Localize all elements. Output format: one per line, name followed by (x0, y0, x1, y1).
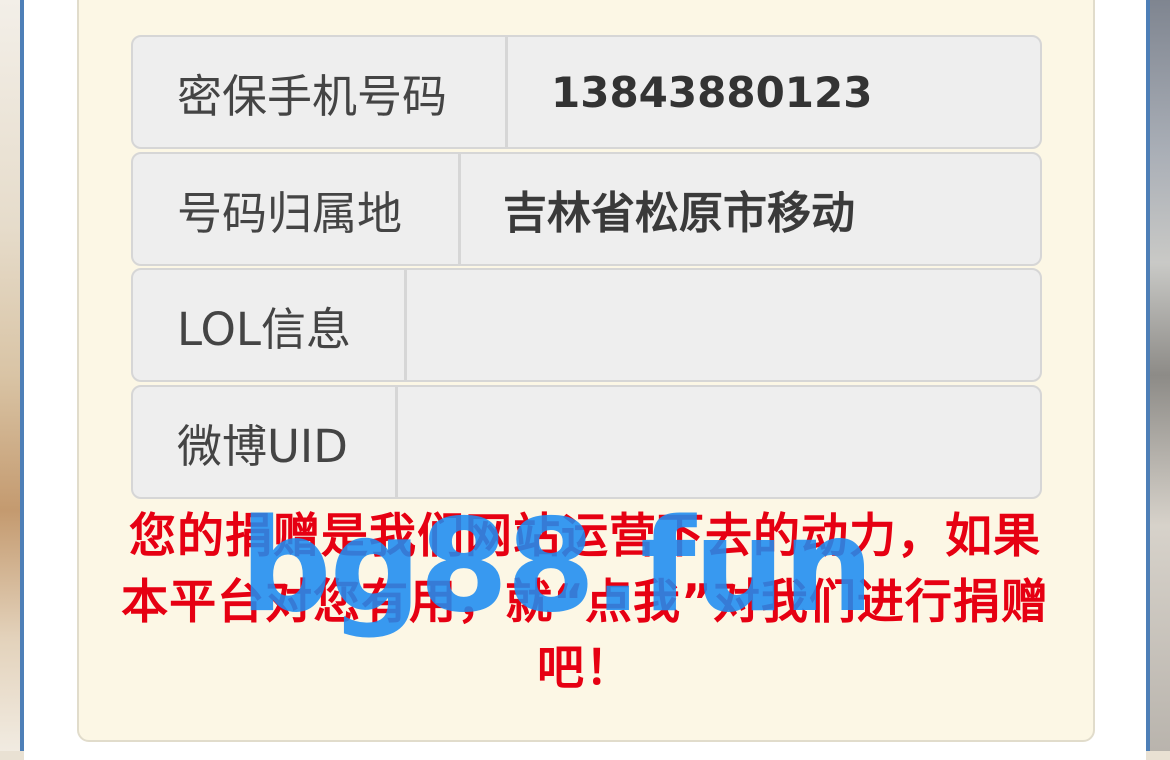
phone-label: 密保手机号码 (133, 37, 508, 147)
lol-label: LOL信息 (133, 270, 407, 380)
location-value: 吉林省松原市移动 (503, 188, 855, 239)
background-left (0, 0, 24, 751)
row-location: 号码归属地 吉林省松原市移动 (131, 152, 1042, 266)
background-right (1146, 0, 1170, 751)
row-weibo: 微博UID (131, 385, 1042, 499)
row-lol: LOL信息 (131, 268, 1042, 382)
weibo-label: 微博UID (133, 387, 398, 497)
phone-value: 13843880123 (551, 67, 873, 117)
row-phone: 密保手机号码 13843880123 (131, 35, 1042, 149)
watermark: bg88.fun (240, 492, 874, 641)
location-label: 号码归属地 (133, 154, 461, 264)
